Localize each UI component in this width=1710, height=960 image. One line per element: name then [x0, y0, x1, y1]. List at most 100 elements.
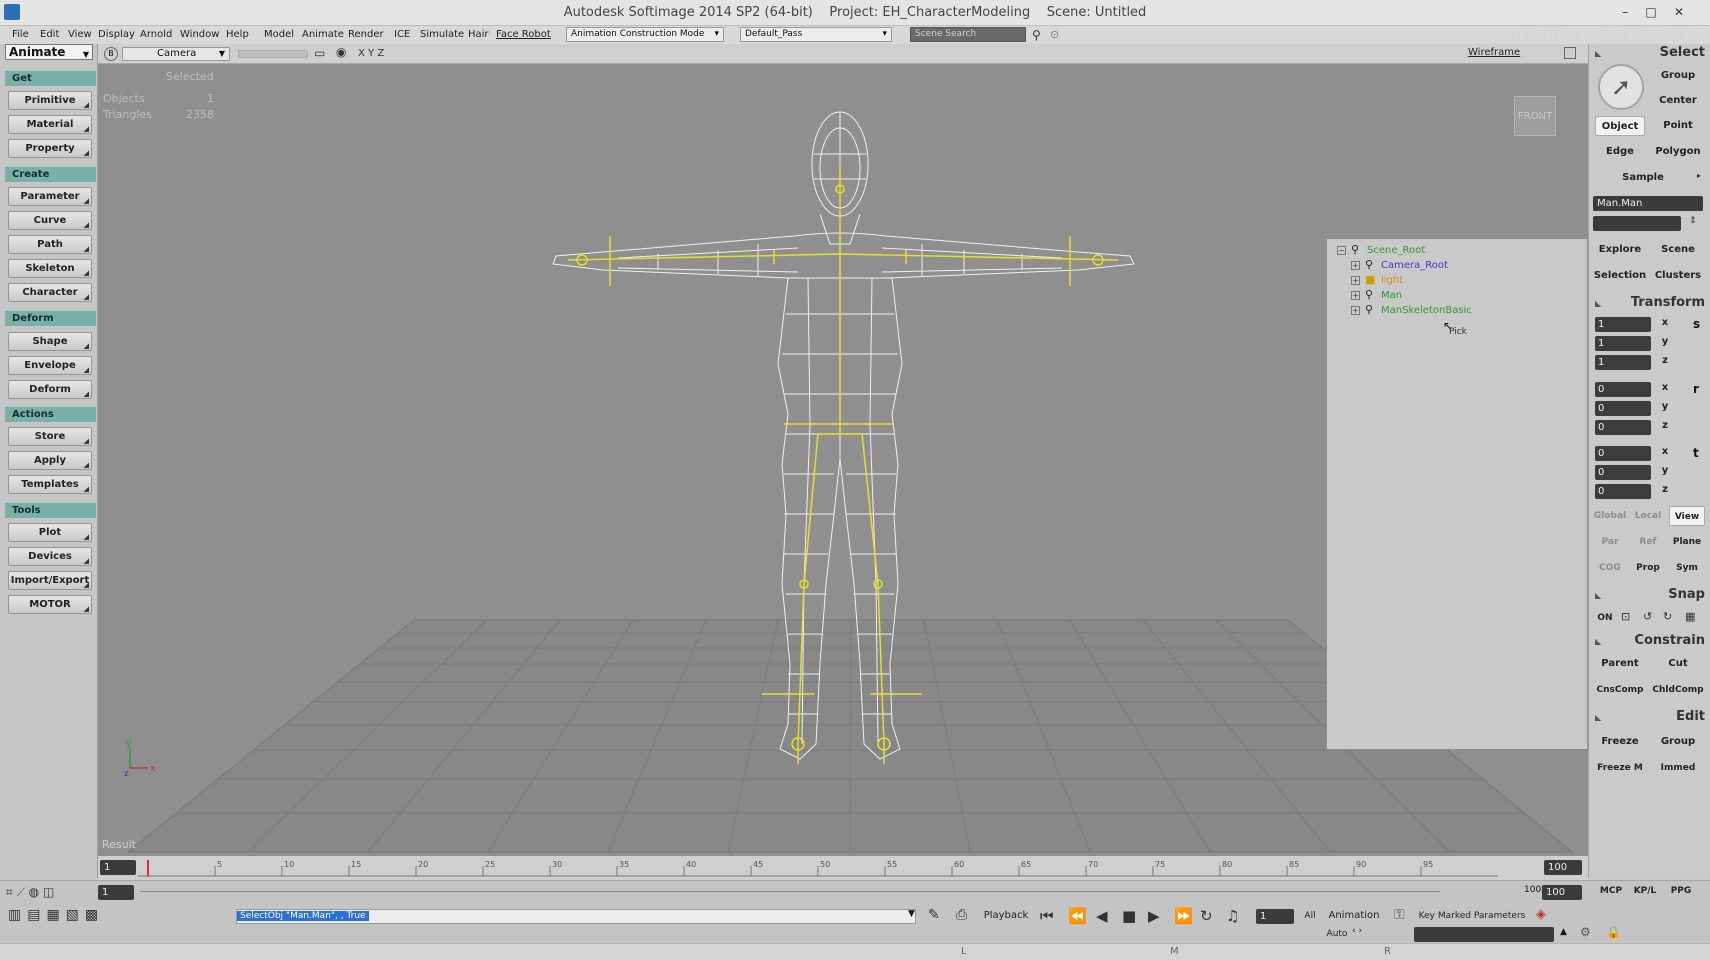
- motor-button[interactable]: MOTOR ◢: [8, 595, 92, 614]
- rotation-x-field[interactable]: 0: [1595, 382, 1651, 397]
- translation-z-field[interactable]: 0: [1595, 484, 1651, 499]
- apply-button[interactable]: Apply ◢: [8, 451, 92, 470]
- menu-hair[interactable]: Hair: [468, 27, 489, 43]
- object-select-button[interactable]: Object: [1595, 116, 1645, 136]
- chevron-down-icon[interactable]: ▼: [908, 909, 915, 919]
- menu-edit[interactable]: Edit: [40, 27, 59, 43]
- sample-select-button[interactable]: Sample: [1595, 168, 1691, 188]
- edge-select-button[interactable]: Edge: [1595, 142, 1645, 162]
- menu-simulate[interactable]: Simulate: [420, 27, 464, 43]
- selection-name-field[interactable]: Man.Man: [1593, 196, 1703, 211]
- material-button[interactable]: Material ◢: [8, 115, 92, 134]
- tree-node-camera-root[interactable]: + ⚲ Camera_Root: [1351, 258, 1448, 271]
- layout-icons[interactable]: ⌗ ⟋ ◍ ◫: [6, 885, 54, 900]
- lock-icon[interactable]: ⎙: [956, 907, 967, 923]
- store-button[interactable]: Store ◢: [8, 427, 92, 446]
- all-button[interactable]: All: [1298, 907, 1322, 925]
- display-mode-select[interactable]: Wireframe: [1468, 47, 1520, 58]
- scale-x-label[interactable]: x: [1659, 317, 1671, 328]
- snap-curve-icon[interactable]: ↺: [1643, 610, 1652, 623]
- go-end-icon[interactable]: ⏩: [1174, 907, 1193, 925]
- snap-rotate-icon[interactable]: ↻: [1663, 610, 1672, 623]
- rotation-x-label[interactable]: x: [1659, 382, 1671, 393]
- rotation-z-field[interactable]: 0: [1595, 420, 1651, 435]
- playback-menu[interactable]: Playback: [980, 907, 1032, 925]
- menu-file[interactable]: File: [12, 27, 29, 43]
- scene-button[interactable]: Scene: [1651, 240, 1705, 260]
- expand-icon[interactable]: +: [1351, 276, 1360, 285]
- construction-mode-select[interactable]: Animation Construction Mode ▾: [566, 27, 724, 42]
- group-select-button[interactable]: Group: [1649, 66, 1707, 86]
- import-export-button[interactable]: Import/Export ◢: [8, 571, 92, 590]
- keyframe-icon[interactable]: ◈: [1536, 907, 1546, 922]
- translation-x-field[interactable]: 0: [1595, 446, 1651, 461]
- cog-button[interactable]: COG: [1591, 558, 1629, 578]
- play-backward-icon[interactable]: ◀: [1096, 907, 1108, 925]
- freeze-button[interactable]: Freeze: [1593, 732, 1647, 752]
- ppg-tab[interactable]: PPG: [1664, 881, 1698, 901]
- devices-button[interactable]: Devices ◢: [8, 547, 92, 566]
- edit-header[interactable]: ◣ Edit: [1591, 708, 1709, 725]
- clusters-button[interactable]: Clusters: [1651, 266, 1705, 286]
- prop-button[interactable]: Prop: [1629, 558, 1667, 578]
- character-button[interactable]: Character ◢: [8, 283, 92, 302]
- menu-window[interactable]: Window: [180, 27, 219, 43]
- plane-ref-button[interactable]: Plane: [1669, 532, 1705, 552]
- scene-search-input[interactable]: Scene Search: [910, 27, 1026, 42]
- snap-point-icon[interactable]: ⊡: [1621, 610, 1630, 623]
- loop-icon[interactable]: ↻: [1200, 907, 1213, 925]
- key-icon[interactable]: ⚿: [1394, 907, 1405, 923]
- immed-button[interactable]: Immed: [1651, 758, 1705, 778]
- property-button[interactable]: Property ◢: [8, 139, 92, 158]
- path-button[interactable]: Path ◢: [8, 235, 92, 254]
- parameter-button[interactable]: Parameter ◢: [8, 187, 92, 206]
- current-frame-field[interactable]: 1: [98, 885, 134, 900]
- translation-x-label[interactable]: x: [1659, 446, 1671, 457]
- menu-display[interactable]: Display: [98, 27, 135, 43]
- snap-header[interactable]: ◣ Snap: [1591, 586, 1709, 603]
- point-select-button[interactable]: Point: [1649, 116, 1707, 136]
- translation-z-label[interactable]: z: [1659, 484, 1671, 495]
- auto-key-button[interactable]: Auto: [1324, 925, 1350, 943]
- selection-filter-field[interactable]: [1593, 216, 1681, 231]
- menu-ice[interactable]: ICE: [394, 27, 410, 43]
- maximize-viewport-icon[interactable]: [1564, 47, 1576, 59]
- search-icon[interactable]: ⚲: [1032, 28, 1041, 42]
- scale-z-label[interactable]: z: [1659, 355, 1671, 366]
- minimize-button[interactable]: –: [1616, 4, 1634, 20]
- scale-y-label[interactable]: y: [1659, 336, 1671, 347]
- scale-z-field[interactable]: 1: [1595, 355, 1651, 370]
- play-forward-icon[interactable]: ▶: [1148, 907, 1160, 925]
- freeze-m-button[interactable]: Freeze M: [1593, 758, 1647, 778]
- close-button[interactable]: ✕: [1670, 4, 1688, 20]
- parent-button[interactable]: Parent: [1593, 654, 1647, 674]
- key-nav-icons[interactable]: ‹ ›: [1352, 926, 1362, 936]
- select-arrow-icon[interactable]: ➚: [1598, 64, 1644, 110]
- chevron-up-icon[interactable]: ▲: [1560, 927, 1567, 937]
- start-frame-field[interactable]: 1: [100, 860, 136, 875]
- menu-render[interactable]: Render: [348, 27, 384, 43]
- eye-icon[interactable]: ◉: [336, 45, 346, 59]
- menu-face-robot[interactable]: Face Robot: [496, 27, 551, 43]
- view-ref-button[interactable]: View: [1669, 506, 1705, 526]
- menu-animate[interactable]: Animate: [302, 27, 344, 43]
- menu-model[interactable]: Model: [264, 27, 294, 43]
- deform-button[interactable]: Deform ◢: [8, 380, 92, 399]
- selection-button[interactable]: Selection: [1593, 266, 1647, 286]
- rotation-z-label[interactable]: z: [1659, 420, 1671, 431]
- monitor-icon[interactable]: ▭: [314, 46, 325, 60]
- audio-icon[interactable]: ♫: [1226, 907, 1239, 925]
- rotation-y-label[interactable]: y: [1659, 401, 1671, 412]
- camera-select[interactable]: Camera ▼: [122, 47, 230, 61]
- collapse-icon[interactable]: −: [1337, 246, 1346, 255]
- plot-button[interactable]: Plot ◢: [8, 523, 92, 542]
- shape-button[interactable]: Shape ◢: [8, 332, 92, 351]
- prev-key-icon[interactable]: ⏮: [1040, 907, 1054, 925]
- tree-node-light[interactable]: + ■ light: [1351, 273, 1403, 286]
- rotation-group-label[interactable]: r: [1693, 382, 1699, 396]
- expand-icon[interactable]: +: [1351, 291, 1360, 300]
- timeline-lock-icon[interactable]: 🔒: [1606, 925, 1621, 939]
- axis-toggle-buttons[interactable]: X Y Z: [358, 48, 384, 59]
- tree-node-manskeletonbasic[interactable]: + ⚲ ManSkeletonBasic: [1351, 303, 1472, 316]
- snap-grid-icon[interactable]: ▦: [1685, 610, 1695, 623]
